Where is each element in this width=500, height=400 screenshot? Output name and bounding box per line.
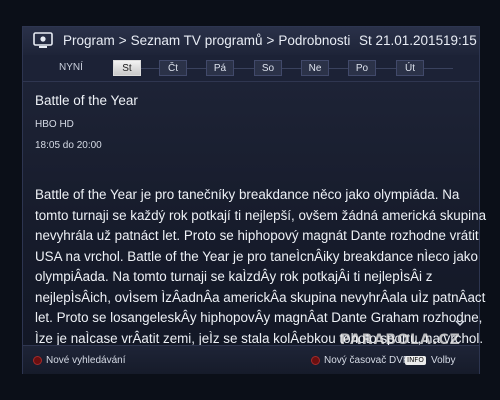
day-tab-pa[interactable]: Pá: [206, 60, 234, 76]
day-tab-po[interactable]: Po: [348, 60, 376, 76]
footer-bar: Nové vyhledávání Nový časovač DVR INFO V…: [23, 345, 479, 374]
program-detail-panel: Program > Seznam TV programů > Podrobnosti S…: [22, 26, 487, 374]
breadcrumb-item-tv-list[interactable]: Seznam TV programů: [131, 33, 263, 48]
options-label: Volby: [431, 354, 456, 366]
day-tab-so[interactable]: So: [254, 60, 282, 76]
info-key-icon: INFO: [405, 355, 426, 365]
new-dvr-timer-button[interactable]: Nový časovač DVR: [311, 354, 410, 366]
tv-icon: [33, 32, 53, 48]
description-line: nevyhrála už patnáct let. Proto se hipho…: [35, 228, 479, 243]
description-line: Battle of the Year je pro tanečníky brea…: [35, 187, 460, 202]
header-bar: Program > Seznam TV programů > Podrobnosti S…: [23, 27, 479, 56]
chevron-down-icon[interactable]: [455, 319, 465, 327]
breadcrumb-item-program[interactable]: Program: [63, 33, 115, 48]
new-search-button[interactable]: Nové vyhledávání: [33, 354, 126, 366]
breadcrumb: Program > Seznam TV programů > Podrobnosti: [63, 33, 351, 48]
options-button[interactable]: Volby: [431, 354, 455, 366]
header-time: 19:15: [443, 33, 477, 48]
description-line: tomto turnaji se každý rok potkají ti ne…: [35, 207, 487, 223]
day-tab-ut[interactable]: Út: [396, 60, 424, 76]
day-selector: NYNÍ St Čt Pá So Ne Po Út: [23, 55, 479, 82]
program-channel: HBO HD: [35, 119, 74, 130]
new-dvr-timer-label: Nový časovač DVR: [324, 354, 411, 366]
info-button[interactable]: INFO: [405, 354, 430, 366]
day-tab-ct[interactable]: Čt: [159, 60, 187, 76]
program-title: Battle of the Year: [35, 93, 138, 108]
breadcrumb-item-details: Podrobnosti: [278, 33, 351, 48]
tv-screen: Program > Seznam TV programů > Podrobnosti S…: [0, 0, 500, 400]
red-button-icon: [311, 355, 320, 365]
description-line: olympiÂada. Na tomto turnaji se kaÌzdÂy …: [35, 269, 433, 284]
watermark-logo: PARABOLA.CZ: [340, 332, 461, 348]
program-timespan: 18:05 do 20:00: [35, 140, 102, 151]
description-line: USA na vrchol. Battle of the Year je pro…: [35, 248, 478, 264]
description-line: let. Proto se losangeleskÂy hiphopovÂy m…: [35, 310, 483, 325]
description-line: nejlepÌsÂich, ovÌsem ÌzÂadnÂa americkÂa …: [35, 289, 486, 305]
new-search-label: Nové vyhledávání: [46, 354, 126, 366]
red-button-icon: [33, 355, 42, 365]
day-tab-st[interactable]: St: [113, 60, 141, 76]
program-description[interactable]: Battle of the Year je pro tanečníky brea…: [35, 185, 487, 349]
day-tab-ne[interactable]: Ne: [301, 60, 329, 76]
header-date: St 21.01.2015: [359, 33, 444, 48]
now-label[interactable]: NYNÍ: [59, 62, 83, 73]
